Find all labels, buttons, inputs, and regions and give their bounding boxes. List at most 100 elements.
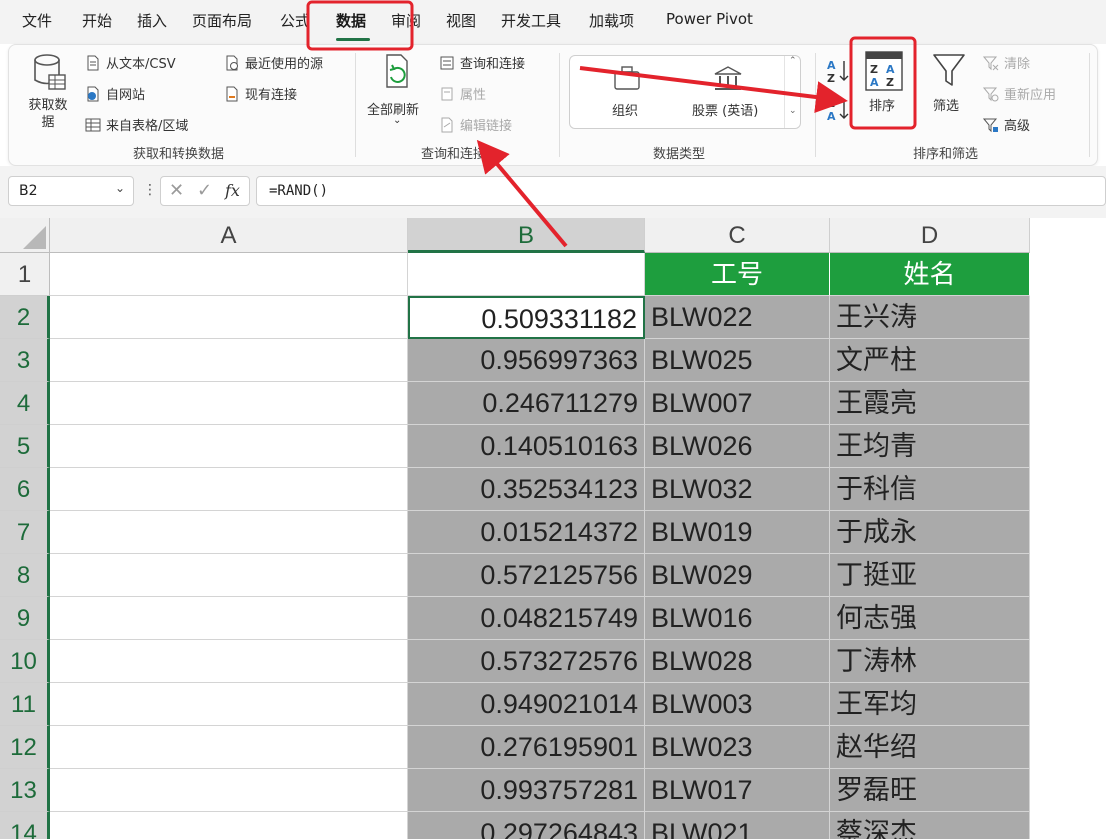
cell-name[interactable]: 王霞亮	[830, 382, 1030, 425]
cell-employee-id[interactable]: BLW022	[645, 296, 830, 339]
header-cell-employee-id[interactable]: 工号	[645, 253, 830, 296]
cell-employee-id[interactable]: BLW017	[645, 769, 830, 812]
sort-button[interactable]: Z A A Z 排序	[857, 47, 911, 127]
cell-b[interactable]: 0.956997363	[408, 339, 645, 382]
from-table-button[interactable]: 来自表格/区域	[85, 115, 188, 134]
row-header[interactable]: 2	[0, 296, 50, 339]
cell-name[interactable]: 丁涛林	[830, 640, 1030, 683]
advanced-filter-button[interactable]: 高级	[983, 115, 1030, 134]
cell-a[interactable]	[50, 812, 408, 839]
cell-employee-id[interactable]: BLW029	[645, 554, 830, 597]
sort-ascending-button[interactable]: A Z	[825, 57, 851, 87]
cell-name[interactable]: 于科信	[830, 468, 1030, 511]
row-header[interactable]: 14	[0, 812, 50, 839]
queries-connections-button[interactable]: 查询和连接	[439, 53, 525, 72]
cell-employee-id[interactable]: BLW028	[645, 640, 830, 683]
header-cell-name[interactable]: 姓名	[830, 253, 1030, 296]
row-header[interactable]: 8	[0, 554, 50, 597]
cell-name[interactable]: 何志强	[830, 597, 1030, 640]
cell-employee-id[interactable]: BLW019	[645, 511, 830, 554]
cell-employee-id[interactable]: BLW032	[645, 468, 830, 511]
refresh-all-button[interactable]: 全部刷新 ⌄	[365, 51, 431, 137]
row-header[interactable]: 7	[0, 511, 50, 554]
cell-b[interactable]: 0.352534123	[408, 468, 645, 511]
select-all-button[interactable]	[0, 218, 50, 253]
cell-b[interactable]: 0.949021014	[408, 683, 645, 726]
cell-a[interactable]	[50, 597, 408, 640]
cell-employee-id[interactable]: BLW021	[645, 812, 830, 839]
cell-employee-id[interactable]: BLW007	[645, 382, 830, 425]
cell-b[interactable]: 0.993757281	[408, 769, 645, 812]
row-header[interactable]: 10	[0, 640, 50, 683]
cell-b[interactable]: 0.276195901	[408, 726, 645, 769]
tab-developer[interactable]: 开发工具	[501, 10, 561, 31]
data-types-scroller[interactable]: ⌃ ⌄	[784, 56, 801, 128]
insert-function-button[interactable]: fx	[225, 181, 240, 200]
cell-name[interactable]: 王均青	[830, 425, 1030, 468]
row-header[interactable]: 4	[0, 382, 50, 425]
tab-file[interactable]: 文件	[22, 10, 52, 31]
tab-insert[interactable]: 插入	[137, 10, 167, 31]
tab-formulas[interactable]: 公式	[280, 10, 310, 31]
cell-b[interactable]: 0.297264843	[408, 812, 645, 839]
tab-review[interactable]: 审阅	[391, 10, 421, 31]
column-header-c[interactable]: C	[645, 218, 830, 253]
formula-input[interactable]: =RAND()	[256, 176, 1106, 206]
name-box[interactable]: B2 ⌄	[8, 176, 134, 206]
cell-a[interactable]	[50, 726, 408, 769]
column-header-d[interactable]: D	[830, 218, 1030, 253]
filter-button[interactable]: 筛选	[921, 47, 977, 127]
cell-b[interactable]: 0.572125756	[408, 554, 645, 597]
row-header[interactable]: 3	[0, 339, 50, 382]
cell-a[interactable]	[50, 511, 408, 554]
tab-data[interactable]: 数据	[336, 10, 366, 31]
cell-a[interactable]	[50, 382, 408, 425]
cell-b[interactable]: 0.246711279	[408, 382, 645, 425]
row-header[interactable]: 1	[0, 253, 50, 296]
from-text-csv-button[interactable]: 从文本/CSV	[85, 53, 176, 72]
tab-page-layout[interactable]: 页面布局	[192, 10, 252, 31]
cell-b[interactable]: 0.048215749	[408, 597, 645, 640]
recent-sources-button[interactable]: 最近使用的源	[224, 53, 323, 72]
edit-links-button[interactable]: 编辑链接	[439, 115, 512, 134]
column-header-a[interactable]: A	[50, 218, 408, 253]
cell-b[interactable]	[408, 253, 645, 296]
cell-employee-id[interactable]: BLW003	[645, 683, 830, 726]
existing-connections-button[interactable]: 现有连接	[224, 84, 297, 103]
cell-a[interactable]	[50, 769, 408, 812]
cell-employee-id[interactable]: BLW025	[645, 339, 830, 382]
cell-a[interactable]	[50, 425, 408, 468]
cancel-icon[interactable]: ✕	[169, 180, 184, 201]
active-cell-b2[interactable]: 0.509331182	[408, 296, 645, 339]
confirm-icon[interactable]: ✓	[197, 180, 212, 201]
cell-b[interactable]: 0.573272576	[408, 640, 645, 683]
row-header[interactable]: 9	[0, 597, 50, 640]
cell-a[interactable]	[50, 554, 408, 597]
row-header[interactable]: 11	[0, 683, 50, 726]
stocks-button[interactable]: 股票 (英语)	[678, 60, 782, 124]
tab-view[interactable]: 视图	[446, 10, 476, 31]
cell-a[interactable]	[50, 339, 408, 382]
cell-name[interactable]: 罗磊旺	[830, 769, 1030, 812]
cell-employee-id[interactable]: BLW016	[645, 597, 830, 640]
cell-name[interactable]: 王兴涛	[830, 296, 1030, 339]
cell-b[interactable]: 0.015214372	[408, 511, 645, 554]
tab-addins[interactable]: 加载项	[589, 10, 634, 31]
cell-name[interactable]: 蔡深杰	[830, 812, 1030, 839]
reapply-button[interactable]: 重新应用	[983, 84, 1056, 103]
cell-name[interactable]: 赵华绍	[830, 726, 1030, 769]
cell-employee-id[interactable]: BLW026	[645, 425, 830, 468]
column-header-b[interactable]: B	[408, 218, 645, 253]
cell-name[interactable]: 王军均	[830, 683, 1030, 726]
clear-filter-button[interactable]: 清除	[983, 53, 1030, 72]
cell-name[interactable]: 于成永	[830, 511, 1030, 554]
cell-a[interactable]	[50, 468, 408, 511]
properties-button[interactable]: 属性	[439, 84, 486, 103]
cell-a[interactable]	[50, 683, 408, 726]
organization-button[interactable]: 组织	[578, 60, 674, 124]
more-options-icon[interactable]: ⋮	[143, 182, 157, 198]
row-header[interactable]: 6	[0, 468, 50, 511]
from-web-button[interactable]: 自网站	[85, 84, 145, 103]
row-header[interactable]: 12	[0, 726, 50, 769]
cell-name[interactable]: 文严柱	[830, 339, 1030, 382]
